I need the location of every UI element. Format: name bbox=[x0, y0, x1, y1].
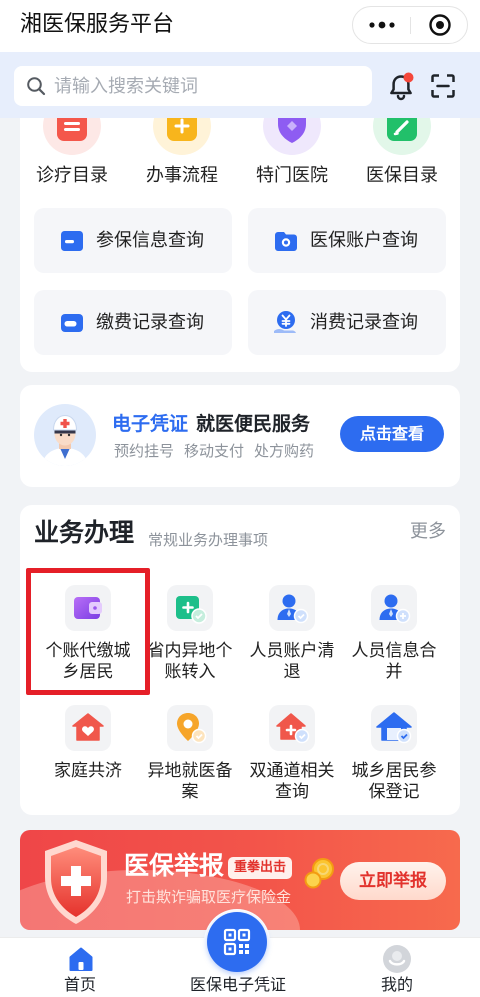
quick-entries: 诊疗目录 办事流程 特门医院 医保目录 bbox=[17, 118, 457, 188]
coins-icon bbox=[302, 856, 338, 890]
home-icon bbox=[67, 945, 95, 973]
insurance-info-query-button[interactable]: 参保信息查询 bbox=[34, 208, 232, 273]
business-item-family-mutual-aid[interactable]: 家庭共济 bbox=[37, 705, 139, 803]
promo-main-title: 就医便民服务 bbox=[196, 413, 311, 435]
business-item-resident-registration[interactable]: 城乡居民参保登记 bbox=[343, 705, 445, 803]
process-icon bbox=[153, 118, 211, 155]
query-button-label: 缴费记录查询 bbox=[96, 311, 204, 333]
tab-label: 我的 bbox=[380, 975, 414, 994]
person-merge-icon bbox=[371, 585, 417, 631]
report-title: 医保举报 bbox=[124, 851, 225, 880]
pharmacy-house-icon bbox=[269, 705, 315, 751]
unread-dot bbox=[403, 72, 414, 83]
business-item-info-merge[interactable]: 人员信息合并 bbox=[343, 585, 445, 683]
payment-record-query-button[interactable]: 缴费记录查询 bbox=[34, 290, 232, 355]
target-icon[interactable] bbox=[411, 7, 468, 43]
catalog-icon bbox=[43, 118, 101, 155]
quick-entry-label: 办事流程 bbox=[146, 165, 218, 186]
search-area bbox=[0, 52, 480, 118]
tab-home[interactable]: 首页 bbox=[40, 938, 120, 997]
services-card: 诊疗目录 办事流程 特门医院 医保目录 参保信息查询 医保账户查询 缴费记录查询… bbox=[20, 118, 460, 372]
consumption-record-query-button[interactable]: 消费记录查询 bbox=[248, 290, 446, 355]
shield-cross-icon bbox=[36, 836, 116, 928]
business-card: 业务办理 常规业务办理事项 更多 个账代缴城乡居民 省内异地个账转入 人员账户清 bbox=[20, 505, 460, 815]
business-grid: 个账代缴城乡居民 省内异地个账转入 人员账户清退 人员信息合并 家庭共济 异地就… bbox=[37, 585, 445, 803]
search-icon bbox=[26, 76, 46, 96]
mini-program-capsule bbox=[352, 6, 468, 44]
residence-roof-icon bbox=[371, 705, 417, 751]
person-refund-icon bbox=[269, 585, 315, 631]
quick-entry-hospital[interactable]: 特门医院 bbox=[237, 118, 347, 188]
e-voucher-center-button[interactable] bbox=[204, 909, 270, 975]
promo-title: 电子凭证 就医便民服务 bbox=[112, 411, 310, 437]
e-voucher-promo-card[interactable]: 电子凭证 就医便民服务 预约挂号 移动支付 处方购药 点击查看 bbox=[20, 385, 460, 487]
wallet-icon bbox=[272, 227, 300, 255]
scan-icon[interactable] bbox=[429, 72, 457, 100]
insurance-card-icon bbox=[58, 227, 86, 255]
promo-features: 预约挂号 移动支付 处方购药 bbox=[114, 441, 314, 461]
promo-feature: 处方购药 bbox=[254, 442, 315, 460]
quick-entry-catalog[interactable]: 诊疗目录 bbox=[17, 118, 127, 188]
hospital-icon bbox=[263, 118, 321, 155]
quick-entry-process[interactable]: 办事流程 bbox=[127, 118, 237, 188]
business-item-proxy-payment[interactable]: 个账代缴城乡居民 bbox=[37, 585, 139, 683]
search-input[interactable] bbox=[54, 66, 364, 106]
business-item-label: 双通道相关查询 bbox=[249, 761, 335, 802]
business-item-transfer-in[interactable]: 省内异地个账转入 bbox=[139, 585, 241, 683]
business-item-label: 省内异地个账转入 bbox=[147, 641, 233, 682]
business-item-label: 家庭共济 bbox=[54, 761, 122, 781]
tab-label: 首页 bbox=[63, 975, 97, 994]
tab-label: 医保电子凭证 bbox=[189, 975, 287, 994]
query-button-label: 消费记录查询 bbox=[310, 311, 418, 333]
search-box[interactable] bbox=[14, 66, 372, 106]
business-item-offsite-filing[interactable]: 异地就医备案 bbox=[139, 705, 241, 803]
report-subtitle: 打击欺诈骗取医疗保险金 bbox=[126, 888, 292, 906]
family-house-icon bbox=[65, 705, 111, 751]
business-item-label: 个账代缴城乡居民 bbox=[45, 641, 131, 682]
business-item-label: 异地就医备案 bbox=[147, 761, 233, 802]
query-button-label: 医保账户查询 bbox=[310, 229, 418, 251]
bell-icon[interactable] bbox=[386, 71, 416, 101]
purple-card-icon bbox=[65, 585, 111, 631]
doctor-avatar-icon bbox=[34, 404, 96, 466]
profile-avatar-icon bbox=[382, 944, 412, 974]
business-item-label: 人员信息合并 bbox=[351, 641, 437, 682]
qr-code-icon bbox=[207, 912, 267, 972]
business-item-account-refund[interactable]: 人员账户清退 bbox=[241, 585, 343, 683]
yuan-coin-icon bbox=[272, 309, 300, 337]
quick-entry-insurance-catalog[interactable]: 医保目录 bbox=[347, 118, 457, 188]
query-button-label: 参保信息查询 bbox=[96, 229, 204, 251]
report-now-button[interactable]: 立即举报 bbox=[340, 862, 446, 900]
report-badge: 重拳出击 bbox=[228, 857, 292, 879]
quick-entry-label: 诊疗目录 bbox=[36, 165, 108, 186]
promo-feature: 预约挂号 bbox=[114, 442, 175, 460]
scroll-content[interactable]: 诊疗目录 办事流程 特门医院 医保目录 参保信息查询 医保账户查询 缴费记录查询… bbox=[0, 118, 480, 997]
promo-highlight: 电子凭证 bbox=[112, 413, 189, 435]
quick-entry-label: 医保目录 bbox=[366, 165, 438, 186]
business-item-label: 人员账户清退 bbox=[249, 641, 335, 682]
business-item-dual-channel-query[interactable]: 双通道相关查询 bbox=[241, 705, 343, 803]
insurance-catalog-icon bbox=[373, 118, 431, 155]
view-button[interactable]: 点击查看 bbox=[340, 416, 444, 452]
app-title: 湘医保服务平台 bbox=[20, 12, 175, 37]
section-subtitle: 常规业务办理事项 bbox=[148, 531, 269, 549]
quick-entry-label: 特门医院 bbox=[256, 165, 328, 186]
business-item-label: 城乡居民参保登记 bbox=[351, 761, 437, 802]
transfer-in-icon bbox=[167, 585, 213, 631]
promo-feature: 移动支付 bbox=[184, 442, 245, 460]
nav-header: 湘医保服务平台 bbox=[0, 0, 480, 52]
section-title: 业务办理 bbox=[34, 518, 135, 547]
more-dots-icon[interactable] bbox=[353, 7, 410, 43]
more-link[interactable]: 更多 bbox=[410, 520, 446, 544]
payment-card-icon bbox=[58, 309, 86, 337]
location-pin-icon bbox=[167, 705, 213, 751]
account-query-button[interactable]: 医保账户查询 bbox=[248, 208, 446, 273]
tab-me[interactable]: 我的 bbox=[357, 938, 437, 997]
